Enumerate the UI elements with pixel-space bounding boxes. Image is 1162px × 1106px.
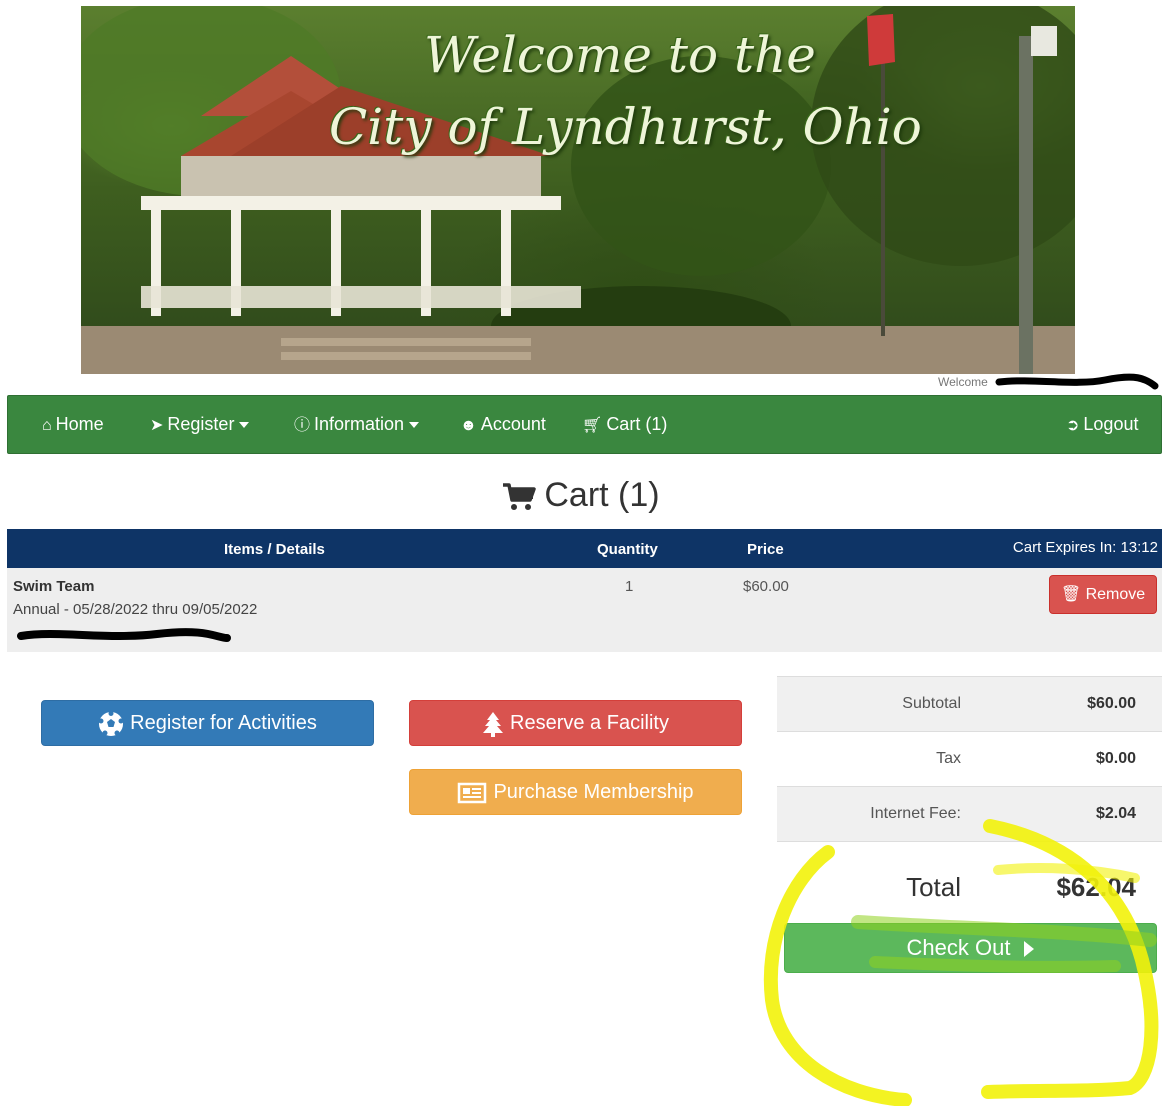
paper-plane-icon: ➤ [150,417,164,434]
nav-account-label: Account [480,414,546,434]
subtotal-label: Subtotal [902,695,961,712]
internet-fee-label: Internet Fee: [870,805,961,822]
info-icon: ⓘ [294,417,311,434]
internet-fee-row: Internet Fee: $2.04 [777,786,1162,841]
nav-register-label: Register [167,414,235,434]
total-label: Total [906,872,961,902]
item-quantity: 1 [625,578,634,595]
page-title-text: Cart (1) [544,476,660,514]
header-price: Price [747,541,784,558]
internet-fee-value: $2.04 [1095,805,1136,822]
redaction-scribble [995,373,1159,390]
remove-button[interactable]: 🗑︎ Remove [1049,575,1157,614]
soccer-ball-icon [98,710,124,736]
newspaper-icon [458,782,487,803]
nav-cart[interactable]: 🛒︎ Cart (1) [582,396,667,453]
nav-home-label: Home [55,414,104,434]
header-items: Items / Details [224,541,325,558]
nav-account[interactable]: ☻ Account [460,396,546,453]
checkout-button[interactable]: Check Out [784,923,1157,973]
subtotal-value: $60.00 [1087,695,1136,712]
register-activities-label: Register for Activities [130,712,317,734]
header-quantity: Quantity [597,541,658,558]
nav-home[interactable]: ⌂ Home [42,396,104,453]
nav-logout-label: Logout [1083,414,1139,434]
nav-register[interactable]: ➤ Register [150,396,250,453]
reserve-facility-label: Reserve a Facility [510,712,669,734]
nav-logout[interactable]: ➲ Logout [1066,396,1138,453]
total-row: Total $62.04 [777,841,1162,922]
tax-value: $0.00 [1095,750,1136,767]
order-totals: Subtotal $60.00 Tax $0.00 Internet Fee: … [777,676,1162,922]
nav-information-label: Information [314,414,405,434]
banner-title-line2: City of Lyndhurst, Ohio [329,98,922,156]
main-navbar: ⌂ Home ➤ Register ⓘ Information ☻ Account 🛒︎… [7,395,1162,454]
table-header: Items / Details Quantity Price Cart Expi… [7,529,1162,568]
shopping-cart-icon: 🛒︎ [582,417,603,434]
remove-button-label: Remove [1085,586,1146,603]
shopping-cart-icon [503,483,537,511]
sign-out-icon: ➲ [1066,417,1080,434]
cart-expires-timer: Cart Expires In: 13:12 [1012,539,1158,556]
table-row: Swim Team Annual - 05/28/2022 thru 09/05… [7,568,1162,652]
total-value: $62.04 [1056,872,1136,902]
tax-label: Tax [936,750,961,767]
item-price: $60.00 [743,578,789,595]
purchase-membership-label: Purchase Membership [493,781,694,803]
home-icon: ⌂ [42,417,52,434]
caret-down-icon [239,422,250,429]
tax-row: Tax $0.00 [777,731,1162,786]
purchase-membership-button[interactable]: Purchase Membership [409,769,742,815]
tree-icon [483,711,504,737]
nav-cart-label: Cart (1) [606,414,668,434]
reserve-facility-button[interactable]: Reserve a Facility [409,700,742,746]
play-icon [1024,941,1035,958]
subtotal-row: Subtotal $60.00 [777,676,1162,731]
welcome-text: Welcome [938,375,988,389]
item-detail: Annual - 05/28/2022 thru 09/05/2022 [13,601,258,618]
item-name: Swim Team [13,578,95,595]
redaction-scribble [17,628,231,642]
trash-icon: 🗑︎ [1060,586,1082,603]
header-banner: Welcome to the City of Lyndhurst, Ohio [81,6,1075,374]
user-icon: ☻ [460,417,477,434]
caret-down-icon [409,422,420,429]
nav-information[interactable]: ⓘ Information [294,396,420,453]
banner-title-line1: Welcome to the [424,26,816,84]
cart-table: Items / Details Quantity Price Cart Expi… [7,529,1162,652]
checkout-label: Check Out [906,935,1011,960]
register-activities-button[interactable]: Register for Activities [41,700,374,746]
page-title: Cart (1) [0,476,1162,515]
